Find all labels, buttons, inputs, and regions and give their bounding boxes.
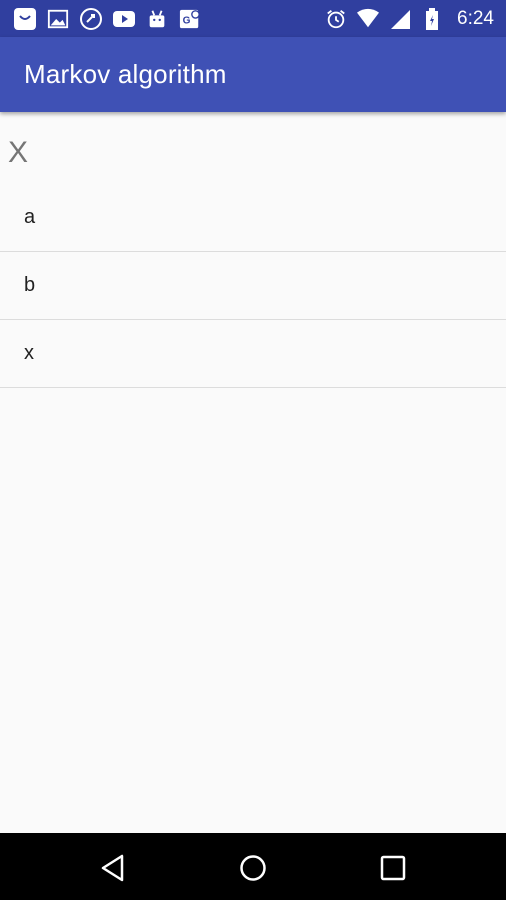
list-item-b[interactable]: b — [0, 252, 506, 320]
app-bar: Markov algorithm — [0, 37, 506, 112]
section-header: X — [8, 136, 29, 169]
home-button[interactable] — [233, 848, 273, 888]
symbol-list: a b x — [0, 184, 506, 388]
home-icon — [240, 855, 266, 881]
cell-signal-icon — [389, 8, 411, 30]
list-item-a[interactable]: a — [0, 184, 506, 252]
wifi-icon — [357, 8, 380, 30]
svg-text:G: G — [183, 15, 191, 26]
android-icon — [145, 7, 169, 31]
back-button[interactable] — [93, 848, 133, 888]
back-icon — [101, 854, 124, 882]
navigation-bar — [0, 833, 506, 900]
list-item-label: x — [24, 342, 34, 364]
status-time: 6:24 — [457, 7, 494, 29]
list-item-x[interactable]: x — [0, 320, 506, 388]
image-icon — [46, 7, 70, 31]
phone-sync-icon — [79, 7, 103, 31]
app-title: Markov algorithm — [24, 59, 227, 89]
recents-icon — [380, 855, 406, 881]
list-item-label: a — [24, 206, 36, 228]
alarm-icon — [325, 8, 347, 30]
recents-button[interactable] — [373, 848, 413, 888]
list-item-label: b — [24, 274, 36, 296]
status-bar: G 6:24 — [0, 0, 506, 37]
notification-icons: G — [13, 6, 202, 31]
shopping-bag-icon — [13, 7, 37, 31]
youtube-icon — [112, 7, 136, 31]
maps-icon: G — [178, 7, 202, 31]
system-icons: 6:24 — [325, 6, 494, 31]
battery-icon — [421, 7, 443, 30]
